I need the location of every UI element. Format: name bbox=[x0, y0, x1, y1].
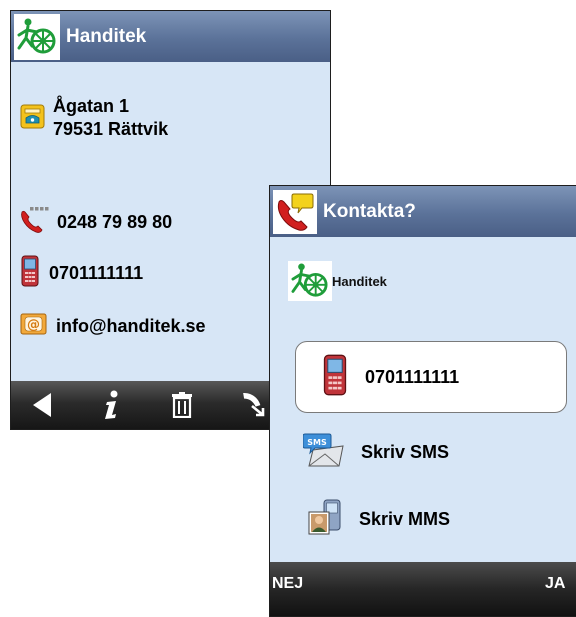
address-line2: 79531 Rättvik bbox=[53, 119, 169, 139]
write-mms-label: Skriv MMS bbox=[359, 509, 451, 529]
sms-icon: SMS bbox=[302, 432, 345, 473]
phone-number: 0248 79 89 80 bbox=[57, 212, 173, 232]
email-icon: @ bbox=[20, 313, 47, 340]
landline-phone-icon bbox=[19, 206, 49, 239]
mobile-phone-icon bbox=[21, 255, 39, 292]
call-number-option[interactable]: 0701111111 bbox=[295, 341, 567, 413]
write-sms-label: Skriv SMS bbox=[361, 442, 450, 462]
write-mms-option[interactable]: Skriv MMS bbox=[308, 498, 450, 541]
address-icon bbox=[20, 104, 45, 134]
email-row[interactable]: @ info@handitek.se bbox=[20, 313, 206, 340]
address-row[interactable]: Ågatan 1 79531 Rättvik bbox=[20, 95, 168, 141]
dialog-title: Kontakta? bbox=[323, 200, 416, 222]
address-line1: Ågatan 1 bbox=[53, 96, 130, 116]
svg-text:@: @ bbox=[27, 318, 40, 333]
yes-button[interactable]: JA bbox=[545, 575, 565, 593]
handitek-logo-icon bbox=[14, 13, 60, 60]
dialog-contact: Handitek bbox=[288, 261, 387, 301]
write-sms-option[interactable]: SMS Skriv SMS bbox=[302, 432, 450, 473]
contact-titlebar: Handitek bbox=[11, 11, 330, 62]
trash-icon bbox=[172, 392, 192, 418]
mobile-row[interactable]: 0701111111 bbox=[21, 255, 143, 292]
mms-icon bbox=[308, 498, 344, 541]
call-chat-icon bbox=[273, 189, 317, 234]
contact-dialog-screen: Kontakta? Handitek 0701111111 SMS Skriv … bbox=[269, 185, 576, 617]
handitek-logo-icon bbox=[288, 261, 332, 301]
dialog-softkeys: NEJ JA bbox=[270, 562, 576, 616]
svg-text:SMS: SMS bbox=[307, 438, 327, 447]
contact-title: Handitek bbox=[66, 25, 147, 47]
phone-row[interactable]: 0248 79 89 80 bbox=[19, 206, 172, 239]
info-button[interactable] bbox=[81, 381, 143, 429]
call-icon bbox=[243, 393, 265, 417]
back-icon bbox=[33, 393, 51, 417]
back-button[interactable] bbox=[11, 381, 73, 429]
no-button[interactable]: NEJ bbox=[272, 575, 303, 593]
mobile-number: 0701111111 bbox=[49, 263, 144, 283]
info-icon bbox=[105, 390, 118, 419]
dialog-titlebar: Kontakta? bbox=[270, 186, 576, 237]
delete-button[interactable] bbox=[151, 381, 213, 429]
dialog-contact-name: Handitek bbox=[332, 273, 387, 289]
email-address: info@handitek.se bbox=[56, 316, 206, 336]
call-number-label: 0701111111 bbox=[365, 366, 460, 387]
mobile-phone-icon bbox=[323, 354, 347, 401]
